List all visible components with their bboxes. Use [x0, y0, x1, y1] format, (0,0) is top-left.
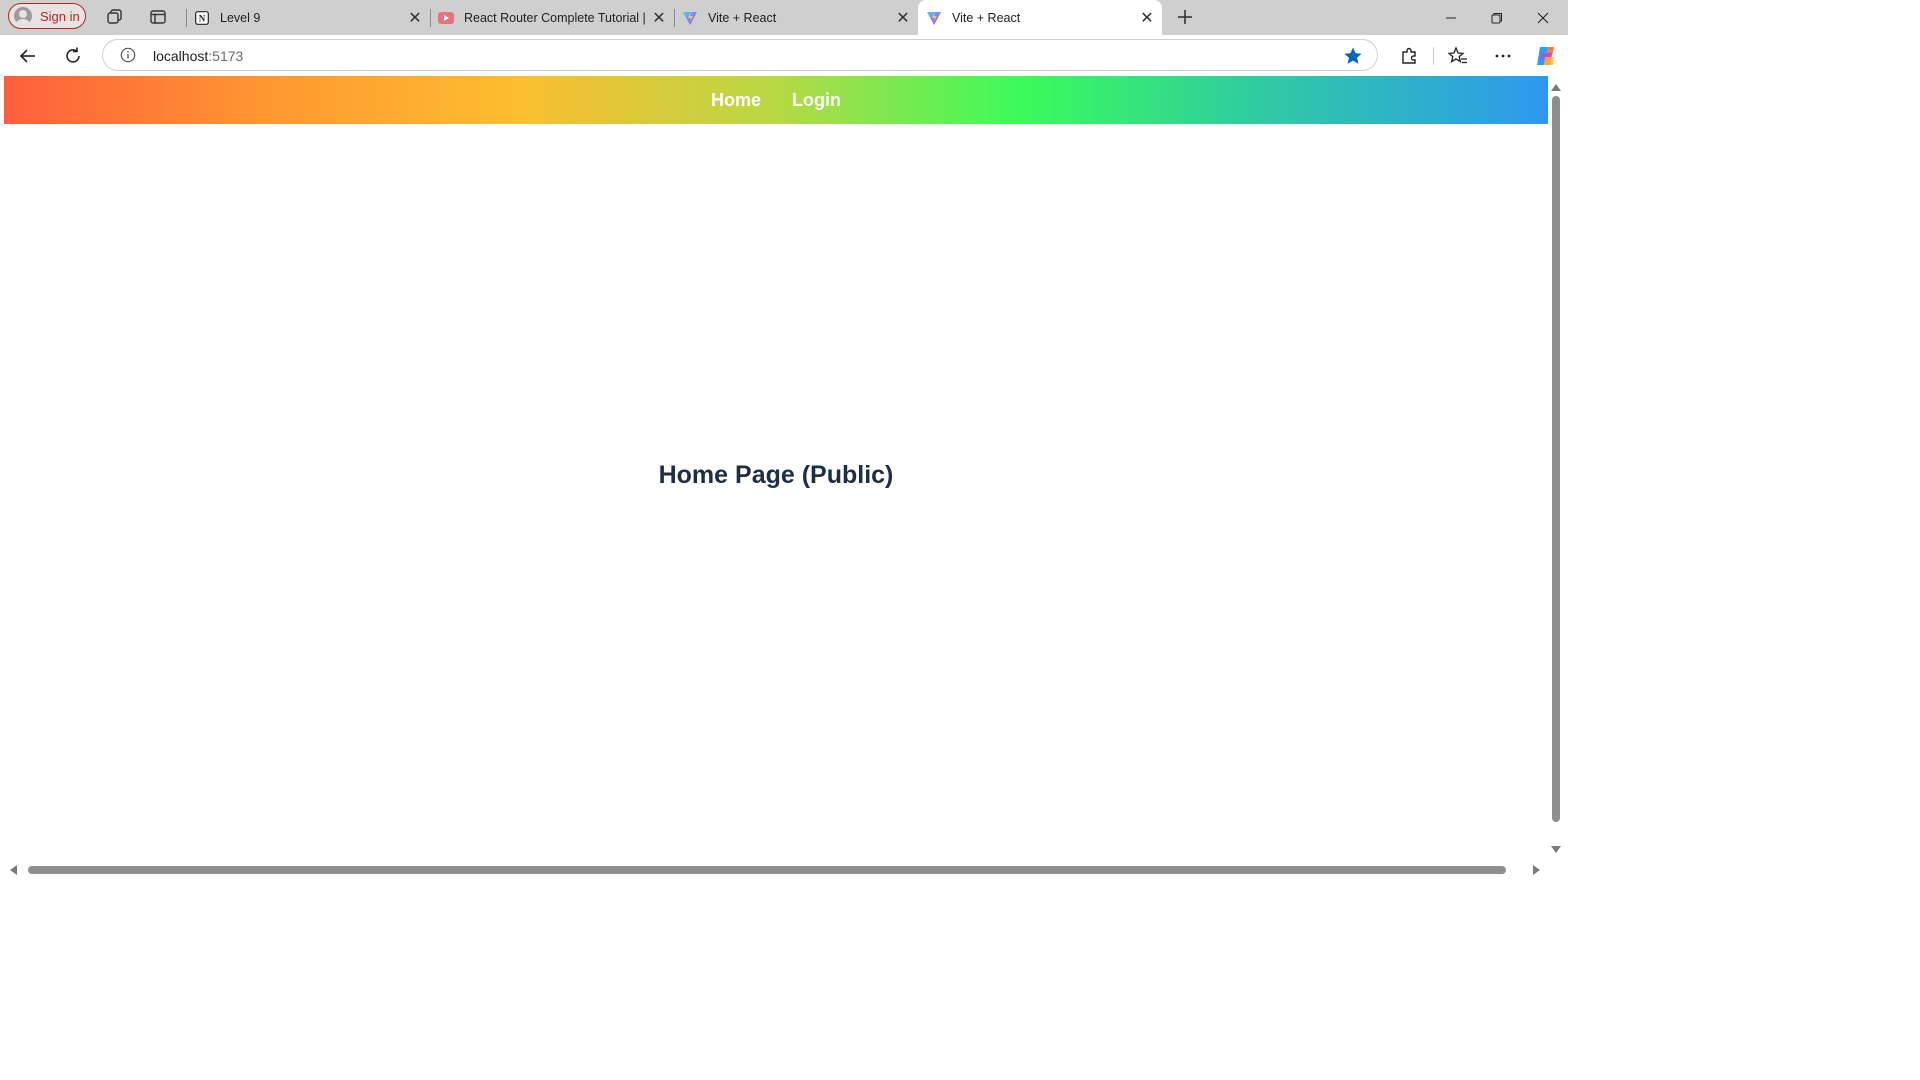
- minimize-button[interactable]: [1428, 0, 1474, 35]
- close-tab-icon[interactable]: ✕: [648, 7, 670, 29]
- tab-title: Vite + React: [952, 10, 1021, 25]
- tab-level-9[interactable]: N Level 9 ✕: [186, 0, 430, 35]
- youtube-icon: [438, 10, 454, 26]
- scroll-down-arrow-icon[interactable]: [1551, 846, 1561, 853]
- favorite-star-icon[interactable]: [1343, 46, 1363, 66]
- nav-link-home[interactable]: Home: [711, 90, 761, 111]
- horizontal-scroll-thumb[interactable]: [28, 866, 1506, 874]
- tab-title: Vite + React: [708, 10, 777, 25]
- restore-button[interactable]: [1474, 0, 1520, 35]
- restore-icon: [1491, 12, 1502, 23]
- top-navbar: Home Login: [4, 76, 1548, 124]
- minimize-icon: [1446, 17, 1456, 18]
- tab-vite-react-active[interactable]: Vite + React ✕: [918, 0, 1162, 35]
- profile-sign-in-button[interactable]: Sign in: [8, 3, 86, 29]
- page-viewport: Home Login Home Page (Public): [4, 76, 1548, 862]
- page-heading: Home Page (Public): [658, 461, 894, 489]
- tab-vite-react[interactable]: Vite + React ✕: [674, 0, 918, 35]
- address-bar[interactable]: localhost:5173: [102, 39, 1378, 71]
- close-tab-icon[interactable]: ✕: [1136, 7, 1158, 29]
- site-info-icon[interactable]: [120, 47, 136, 63]
- extensions-button[interactable]: [1396, 43, 1422, 69]
- vertical-scroll-thumb[interactable]: [1552, 96, 1560, 822]
- puzzle-icon: [1402, 47, 1416, 64]
- close-icon: [1537, 12, 1549, 23]
- workspaces-icon[interactable]: [105, 7, 125, 27]
- tab-strip: Sign in N Level 9 ✕ React Router Complet…: [0, 0, 1568, 35]
- nav-link-login[interactable]: Login: [792, 90, 841, 111]
- copilot-icon: [1537, 47, 1554, 65]
- more-menu-button[interactable]: [1490, 43, 1516, 69]
- browser-toolbar: localhost:5173: [0, 35, 1568, 76]
- tab-title: Level 9: [220, 10, 261, 25]
- scroll-left-arrow-icon[interactable]: [10, 865, 17, 875]
- new-tab-button[interactable]: [1174, 6, 1196, 28]
- vite-icon: [682, 10, 698, 26]
- tab-react-router-tutorial[interactable]: React Router Complete Tutorial | R ✕: [430, 0, 674, 35]
- notion-icon: N: [194, 10, 210, 26]
- more-dots-icon: [1495, 54, 1511, 58]
- tab-title: React Router Complete Tutorial | R: [464, 10, 648, 25]
- scroll-up-arrow-icon[interactable]: [1551, 84, 1561, 91]
- url-text: localhost:5173: [153, 48, 243, 64]
- close-tab-icon[interactable]: ✕: [892, 7, 914, 29]
- sign-in-label: Sign in: [40, 8, 80, 24]
- vertical-tabs-icon[interactable]: [148, 7, 168, 27]
- profile-avatar-icon: [14, 7, 32, 25]
- back-arrow-icon: [19, 49, 35, 63]
- copilot-button[interactable]: [1533, 43, 1559, 69]
- vite-icon: [926, 10, 942, 26]
- horizontal-scrollbar[interactable]: [0, 862, 1548, 882]
- refresh-button[interactable]: [60, 43, 86, 69]
- vertical-scrollbar[interactable]: [1548, 76, 1568, 862]
- url-host: localhost: [153, 48, 209, 64]
- plus-icon: [1178, 10, 1192, 24]
- refresh-icon: [66, 47, 80, 63]
- back-button[interactable]: [15, 43, 41, 69]
- scroll-right-arrow-icon[interactable]: [1533, 865, 1540, 875]
- favorites-button[interactable]: [1445, 43, 1471, 69]
- close-tab-icon[interactable]: ✕: [404, 7, 426, 29]
- url-port: :5173: [208, 48, 244, 64]
- favorites-list-icon: [1448, 46, 1467, 64]
- close-window-button[interactable]: [1520, 0, 1566, 35]
- svg-text:N: N: [199, 13, 206, 23]
